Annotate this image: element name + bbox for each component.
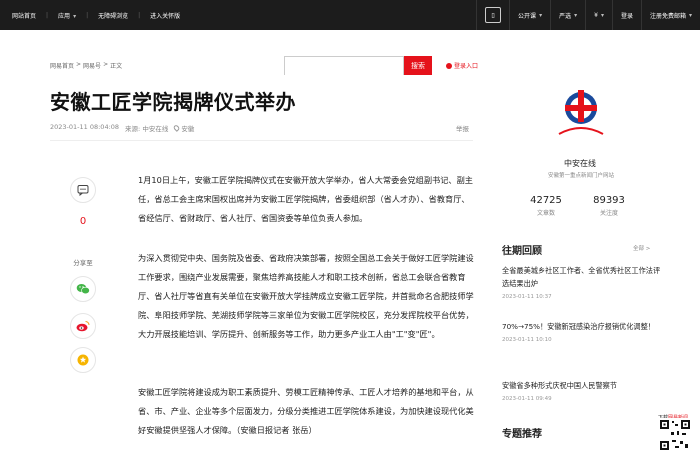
news-time: 2023-01-11 10:37 xyxy=(502,294,552,300)
news-time: 2023-01-11 10:10 xyxy=(502,337,552,343)
source-prefix: 来源: xyxy=(125,125,141,133)
public-class-link[interactable]: 公开课 ▾ xyxy=(509,0,550,30)
free-mail-link[interactable]: 注册免费邮箱 ▾ xyxy=(640,0,700,30)
article-title: 安徽工匠学院揭牌仪式举办 xyxy=(50,90,296,114)
author-name[interactable]: 中安在线 xyxy=(540,158,620,169)
strict-selection-link[interactable]: 严选 ▾ xyxy=(550,0,585,30)
care-mode-link[interactable]: 进入关怀版 xyxy=(150,11,180,20)
article-paragraph: 为深入贯彻党中央、国务院及省委、省政府决策部署，按照全国总工会关于做好工匠学院建… xyxy=(138,253,474,339)
chevron-down-icon: ▾ xyxy=(73,12,77,20)
follower-count: 89393 xyxy=(593,195,625,206)
past-reviews-more-link[interactable]: 全部 > xyxy=(633,244,650,252)
article-paragraph: 1月10日上午，安徽工匠学院揭牌仪式在安徽开放大学举办，省人大常委会党组副书记、… xyxy=(138,175,473,223)
apps-label: 应用 xyxy=(58,12,71,20)
article-count-label: 文章数 xyxy=(536,210,555,217)
source-info: 来源: 中安在线 xyxy=(125,123,168,133)
mobile-app-link[interactable]: ▯ xyxy=(476,0,509,30)
divider: | xyxy=(46,11,49,19)
article-count: 42725 xyxy=(530,195,562,206)
share-label: 分享至 xyxy=(73,259,93,267)
news-item[interactable]: 安徽省多种形式庆祝中国人民警察节 2023-01-11 09:49 xyxy=(502,379,662,402)
divider xyxy=(50,140,473,141)
login-entry-link[interactable]: 登录入口 xyxy=(446,61,478,70)
breadcrumb-sep: > xyxy=(103,61,109,68)
weibo-icon xyxy=(76,321,90,332)
chevron-down-icon: ▾ xyxy=(574,11,578,19)
qr-code xyxy=(658,418,692,450)
comment-count[interactable]: 0 xyxy=(70,216,96,227)
top-navigation-bar: 网站首页 | 应用 ▾ | 无障碍浏览 | 进入关怀版 ▯ 公开课 ▾ 严选 ▾ ¥ ▾… xyxy=(0,0,700,30)
news-headline[interactable]: 安徽省多种形式庆祝中国人民警察节 xyxy=(502,379,662,392)
home-link[interactable]: 网站首页 xyxy=(12,11,36,20)
apps-link[interactable]: 应用 ▾ xyxy=(58,11,76,20)
divider: | xyxy=(138,11,141,19)
news-headline[interactable]: 全省最美城乡社区工作者、全省优秀社区工作法评选结果出炉 xyxy=(502,264,662,290)
article-count-stat: 42725 文章数 xyxy=(521,195,571,217)
chevron-down-icon: ▾ xyxy=(688,11,692,19)
public-class-label: 公开课 xyxy=(518,12,537,20)
location-pin-icon xyxy=(172,124,181,132)
accessibility-link[interactable]: 无障碍浏览 xyxy=(98,11,128,20)
breadcrumb: 网易首页 > 网易号 > 正文 xyxy=(50,61,122,70)
news-item[interactable]: 70%→75%！安徽新冠感染治疗报销优化调整！ 2023-01-11 10:10 xyxy=(502,320,662,343)
search-input[interactable] xyxy=(285,62,403,79)
login-link[interactable]: 登录 xyxy=(611,0,641,30)
news-item[interactable]: 全省最美城乡社区工作者、全省优秀社区工作法评选结果出炉 2023-01-11 1… xyxy=(502,264,662,300)
user-icon xyxy=(446,63,452,69)
article-paragraph: 安徽工匠学院将建设成为职工素质提升、劳模工匠精神传承、工匠人才培养的基地和平台，… xyxy=(138,387,474,435)
top-right-links: ▯ 公开课 ▾ 严选 ▾ ¥ ▾ 登录 注册免费邮箱 ▾ xyxy=(476,0,700,30)
breadcrumb-sep: > xyxy=(76,61,82,68)
zhonganzaixian-logo xyxy=(558,90,604,135)
qr-code-image xyxy=(658,418,692,450)
past-reviews-title: 往期回顾 xyxy=(502,246,542,257)
author-description: 安徽第一重点新闻门户网站 xyxy=(547,173,614,179)
strict-label: 严选 xyxy=(559,12,572,20)
login-entry-label: 登录入口 xyxy=(454,63,479,70)
comment-button[interactable] xyxy=(70,177,96,203)
chevron-down-icon: ▾ xyxy=(600,11,604,19)
follower-count-label: 关注度 xyxy=(599,210,618,217)
breadcrumb-channel[interactable]: 网易号 xyxy=(83,61,101,70)
wechat-icon xyxy=(76,284,90,295)
breadcrumb-current: 正文 xyxy=(110,63,123,70)
topic-recommend-title: 专题推荐 xyxy=(502,429,542,440)
follower-count-stat: 89393 关注度 xyxy=(584,195,634,217)
search-box xyxy=(284,56,404,79)
comment-icon xyxy=(77,185,89,196)
source-link[interactable]: 中安在线 xyxy=(142,125,168,133)
favorite-button[interactable] xyxy=(70,347,96,373)
top-left-links: 网站首页 | 应用 ▾ | 无障碍浏览 | 进入关怀版 xyxy=(12,0,180,30)
report-link[interactable]: 举报 xyxy=(456,123,469,133)
divider: | xyxy=(86,11,89,19)
location-label: 安徽 xyxy=(181,125,195,133)
search-button[interactable]: 搜索 xyxy=(404,56,432,75)
location-info: 安徽 xyxy=(172,123,195,133)
free-mail-label: 注册免费邮箱 xyxy=(649,12,686,20)
currency-icon: ¥ xyxy=(594,11,598,19)
phone-icon: ▯ xyxy=(485,7,502,23)
article-meta: 2023-01-11 08:04:08 来源: 中安在线 安徽 xyxy=(50,123,194,133)
favorite-icon xyxy=(77,354,89,366)
breadcrumb-home[interactable]: 网易首页 xyxy=(50,61,74,70)
share-weibo-button[interactable] xyxy=(70,313,96,339)
chevron-down-icon: ▾ xyxy=(539,11,543,19)
publish-time: 2023-01-11 08:04:08 xyxy=(50,123,120,131)
share-wechat-button[interactable] xyxy=(70,276,96,302)
news-headline[interactable]: 70%→75%！安徽新冠感染治疗报销优化调整！ xyxy=(502,320,662,333)
payment-link[interactable]: ¥ ▾ xyxy=(585,0,612,30)
author-logo[interactable] xyxy=(552,86,610,144)
news-time: 2023-01-11 09:49 xyxy=(502,396,552,402)
